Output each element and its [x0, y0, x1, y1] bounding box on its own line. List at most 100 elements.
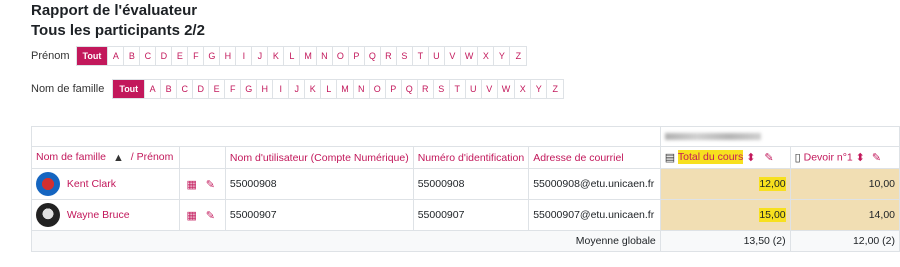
avatar[interactable] [36, 172, 60, 196]
lastname-letter-n[interactable]: N [354, 80, 370, 98]
lastname-letter-y[interactable]: Y [531, 80, 548, 98]
average-total: 13,50 (2) [659, 230, 791, 252]
user-name-link[interactable]: Kent Clark [67, 178, 116, 190]
table-row: Wayne Bruce ▦ ✎ 55000907 55000907 550009… [30, 199, 900, 231]
course-total-cell[interactable]: 15,00 [659, 199, 791, 231]
idnumber-header[interactable]: Numéro d'identification [412, 146, 530, 169]
grader-table: Nom de famille ▲ / Prénom Nom d'utilisat… [30, 126, 900, 252]
firstname-filter-label: Prénom [31, 50, 70, 62]
lastname-letter-r[interactable]: R [418, 80, 434, 98]
username-cell: 55000907 [224, 199, 414, 231]
course-total-link[interactable]: Total du cours [677, 150, 744, 165]
lastname-letter-l[interactable]: L [321, 80, 338, 98]
actions-header [179, 146, 226, 169]
firstname-letter-f[interactable]: F [188, 47, 205, 65]
course-total-value: 15,00 [759, 208, 786, 222]
average-label: Moyenne globale [31, 230, 661, 252]
firstname-letter-y[interactable]: Y [494, 47, 511, 65]
firstname-letter-m[interactable]: M [300, 47, 317, 65]
average-row: Moyenne globale 13,50 (2) 12,00 (2) [31, 230, 900, 252]
lastname-letter-c[interactable]: C [177, 80, 194, 98]
firstname-letter-r[interactable]: R [381, 47, 397, 65]
firstname-letter-e[interactable]: E [172, 47, 189, 65]
firstname-letter-n[interactable]: N [317, 47, 333, 65]
sort-firstname-link[interactable]: / Prénom [131, 151, 174, 163]
assign1-link[interactable]: Devoir n°1 [804, 151, 853, 163]
email-header[interactable]: Adresse de courriel [528, 146, 661, 169]
actions-cell: ▦ ✎ [179, 168, 226, 200]
lastname-letter-q[interactable]: Q [402, 80, 418, 98]
lastname-letter-j[interactable]: J [289, 80, 306, 98]
firstname-letter-u[interactable]: U [429, 47, 445, 65]
firstname-letter-g[interactable]: G [204, 47, 221, 65]
name-header: Nom de famille ▲ / Prénom [30, 146, 181, 169]
username-header[interactable]: Nom d'utilisateur (Compte Numérique) [224, 146, 414, 169]
firstname-letter-bar: Tout ABCDEFGHIJKLMNOPQRSTUVWXYZ [75, 46, 528, 66]
edit-pencil-icon[interactable]: ✎ [764, 151, 773, 164]
lastname-letter-v[interactable]: V [482, 80, 498, 98]
lastname-letter-bar: Tout ABCDEFGHIJKLMNOPQRSTUVWXYZ [112, 79, 565, 99]
lastname-letter-e[interactable]: E [209, 80, 226, 98]
sort-asc-icon[interactable]: ▲ [113, 152, 124, 164]
email-cell: 55000908@etu.unicaen.fr [528, 168, 661, 200]
lastname-letter-h[interactable]: H [257, 80, 274, 98]
page-subtitle: Tous les participants 2/2 [31, 22, 205, 39]
course-category-name [664, 133, 761, 141]
firstname-letter-i[interactable]: I [236, 47, 253, 65]
lastname-letter-a[interactable]: A [145, 80, 162, 98]
lastname-filter-all[interactable]: Tout [113, 80, 146, 98]
lastname-letter-p[interactable]: P [386, 80, 402, 98]
assignment-icon: ▯ [794, 152, 801, 164]
firstname-letter-o[interactable]: O [333, 47, 349, 65]
firstname-letter-c[interactable]: C [140, 47, 157, 65]
firstname-letter-s[interactable]: S [397, 47, 413, 65]
email-cell: 55000907@etu.unicaen.fr [528, 199, 661, 231]
sort-lastname-link[interactable]: Nom de famille [36, 151, 106, 163]
firstname-letter-t[interactable]: T [413, 47, 429, 65]
lastname-letter-k[interactable]: K [305, 80, 322, 98]
firstname-letter-p[interactable]: P [349, 47, 365, 65]
avatar[interactable] [36, 203, 60, 227]
lastname-letter-b[interactable]: B [161, 80, 178, 98]
lastname-letter-t[interactable]: T [450, 80, 466, 98]
course-total-cell[interactable]: 12,00 [659, 168, 791, 200]
lastname-filter-label: Nom de famille [31, 83, 105, 95]
lastname-filter: Nom de famille Tout ABCDEFGHIJKLMNOPQRST… [31, 79, 565, 99]
lastname-letter-s[interactable]: S [434, 80, 450, 98]
firstname-filter-all[interactable]: Tout [76, 47, 109, 65]
header-row: Nom de famille ▲ / Prénom Nom d'utilisat… [30, 146, 900, 169]
grid-icon[interactable]: ▦ [186, 178, 196, 191]
lastname-letter-w[interactable]: W [498, 80, 516, 98]
grid-icon[interactable]: ▦ [186, 209, 196, 222]
firstname-letter-d[interactable]: D [156, 47, 173, 65]
edit-pencil-icon[interactable]: ✎ [872, 151, 881, 164]
firstname-letter-z[interactable]: Z [510, 47, 526, 65]
firstname-letter-q[interactable]: Q [365, 47, 381, 65]
sort-icon[interactable]: ⬍ [856, 151, 865, 164]
firstname-letter-k[interactable]: K [268, 47, 285, 65]
lastname-letter-i[interactable]: I [273, 80, 290, 98]
lastname-letter-d[interactable]: D [193, 80, 210, 98]
firstname-letter-b[interactable]: B [124, 47, 141, 65]
lastname-letter-f[interactable]: F [225, 80, 242, 98]
lastname-letter-z[interactable]: Z [547, 80, 563, 98]
user-name-link[interactable]: Wayne Bruce [67, 209, 130, 221]
firstname-letter-a[interactable]: A [108, 47, 125, 65]
firstname-letter-x[interactable]: X [478, 47, 495, 65]
firstname-letter-h[interactable]: H [220, 47, 237, 65]
edit-pencil-icon[interactable]: ✎ [206, 178, 215, 191]
assign1-grade-cell[interactable]: 14,00 [789, 199, 900, 231]
assign1-grade-cell[interactable]: 10,00 [789, 168, 900, 200]
lastname-letter-o[interactable]: O [370, 80, 386, 98]
category-row [31, 126, 900, 147]
edit-pencil-icon[interactable]: ✎ [206, 209, 215, 222]
firstname-letter-j[interactable]: J [252, 47, 269, 65]
firstname-letter-w[interactable]: W [461, 47, 479, 65]
sort-icon[interactable]: ⬍ [746, 151, 755, 164]
firstname-letter-v[interactable]: V [445, 47, 461, 65]
firstname-letter-l[interactable]: L [284, 47, 301, 65]
lastname-letter-x[interactable]: X [515, 80, 532, 98]
lastname-letter-u[interactable]: U [466, 80, 482, 98]
lastname-letter-m[interactable]: M [337, 80, 354, 98]
lastname-letter-g[interactable]: G [241, 80, 258, 98]
